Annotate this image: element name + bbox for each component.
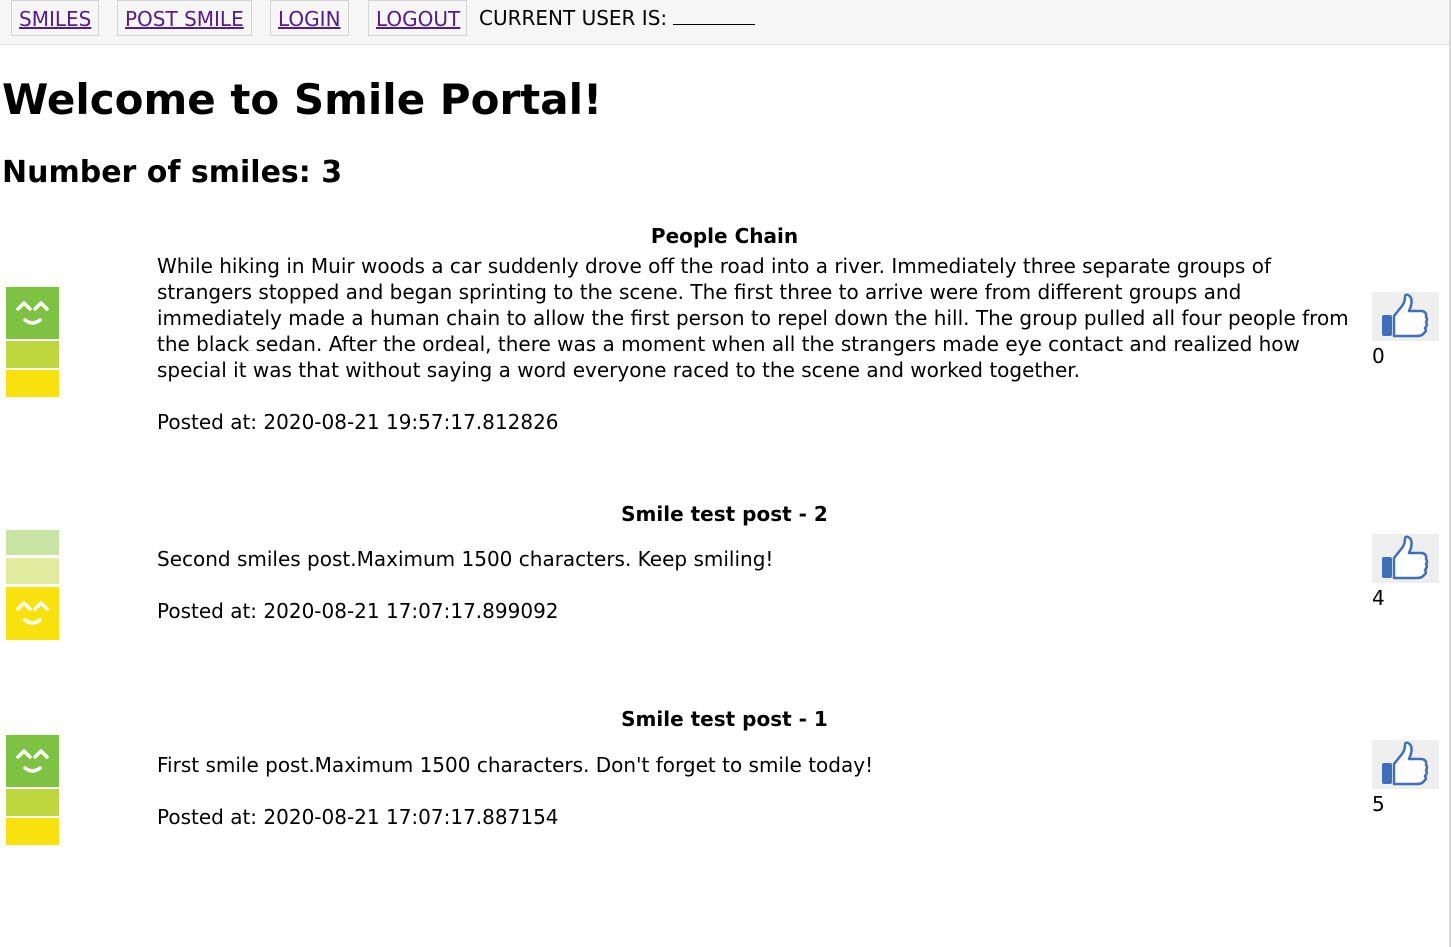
smiley-meter-segment bbox=[6, 789, 59, 816]
smiley-meter-segment bbox=[6, 558, 59, 584]
like-count: 5 bbox=[1372, 792, 1385, 816]
post-body: First smile post.Maximum 1500 characters… bbox=[157, 753, 874, 777]
post-body: Second smiles post.Maximum 1500 characte… bbox=[157, 547, 774, 571]
like-count: 0 bbox=[1372, 344, 1385, 368]
current-user-label: CURRENT USER IS: bbox=[479, 6, 668, 30]
post-title: Smile test post - 2 bbox=[621, 502, 828, 526]
smile-count-heading: Number of smiles: 3 bbox=[2, 155, 343, 190]
thumbs-up-icon bbox=[1382, 741, 1429, 786]
top-navbar: SMILES POST SMILE LOGIN LOGOUT CURRENT U… bbox=[0, 0, 1449, 45]
smiley-meter-segment bbox=[6, 341, 59, 368]
current-user-indicator: CURRENT USER IS: bbox=[479, 0, 756, 36]
post-timestamp: Posted at: 2020-08-21 17:07:17.899092 bbox=[157, 599, 559, 623]
smiley-face-icon bbox=[16, 749, 49, 773]
nav-link-smiles[interactable]: SMILES bbox=[11, 0, 99, 36]
smiley-meter-icon bbox=[6, 530, 59, 640]
smiley-face-segment bbox=[6, 735, 59, 787]
post-title: Smile test post - 1 bbox=[621, 707, 828, 731]
post-body: While hiking in Muir woods a car suddenl… bbox=[157, 254, 1349, 382]
post-timestamp: Posted at: 2020-08-21 19:57:17.812826 bbox=[157, 410, 559, 434]
smiley-face-segment bbox=[6, 587, 59, 640]
thumbs-up-icon bbox=[1382, 293, 1429, 338]
smiley-face-segment bbox=[6, 287, 59, 339]
like-button[interactable] bbox=[1372, 292, 1439, 341]
current-user-blank bbox=[673, 7, 756, 25]
smiley-meter-segment bbox=[6, 818, 59, 845]
smile-portal-page: SMILES POST SMILE LOGIN LOGOUT CURRENT U… bbox=[0, 0, 1451, 947]
like-button[interactable] bbox=[1372, 740, 1439, 789]
thumbs-up-icon bbox=[1382, 535, 1429, 580]
smiley-meter-segment bbox=[6, 530, 59, 555]
nav-link-logout[interactable]: LOGOUT bbox=[368, 0, 467, 36]
post-title: People Chain bbox=[650, 224, 799, 248]
page-title: Welcome to Smile Portal! bbox=[2, 75, 603, 124]
like-count: 4 bbox=[1372, 586, 1385, 610]
like-button[interactable] bbox=[1372, 534, 1439, 583]
smiley-face-icon bbox=[16, 301, 49, 325]
smiley-face-icon bbox=[16, 601, 49, 625]
smiley-meter-segment bbox=[6, 370, 59, 397]
smiley-meter-icon bbox=[6, 287, 59, 397]
nav-link-post-smile[interactable]: POST SMILE bbox=[117, 0, 252, 36]
post-timestamp: Posted at: 2020-08-21 17:07:17.887154 bbox=[157, 805, 559, 829]
smiley-meter-icon bbox=[6, 735, 59, 845]
nav-link-login[interactable]: LOGIN bbox=[270, 0, 349, 36]
